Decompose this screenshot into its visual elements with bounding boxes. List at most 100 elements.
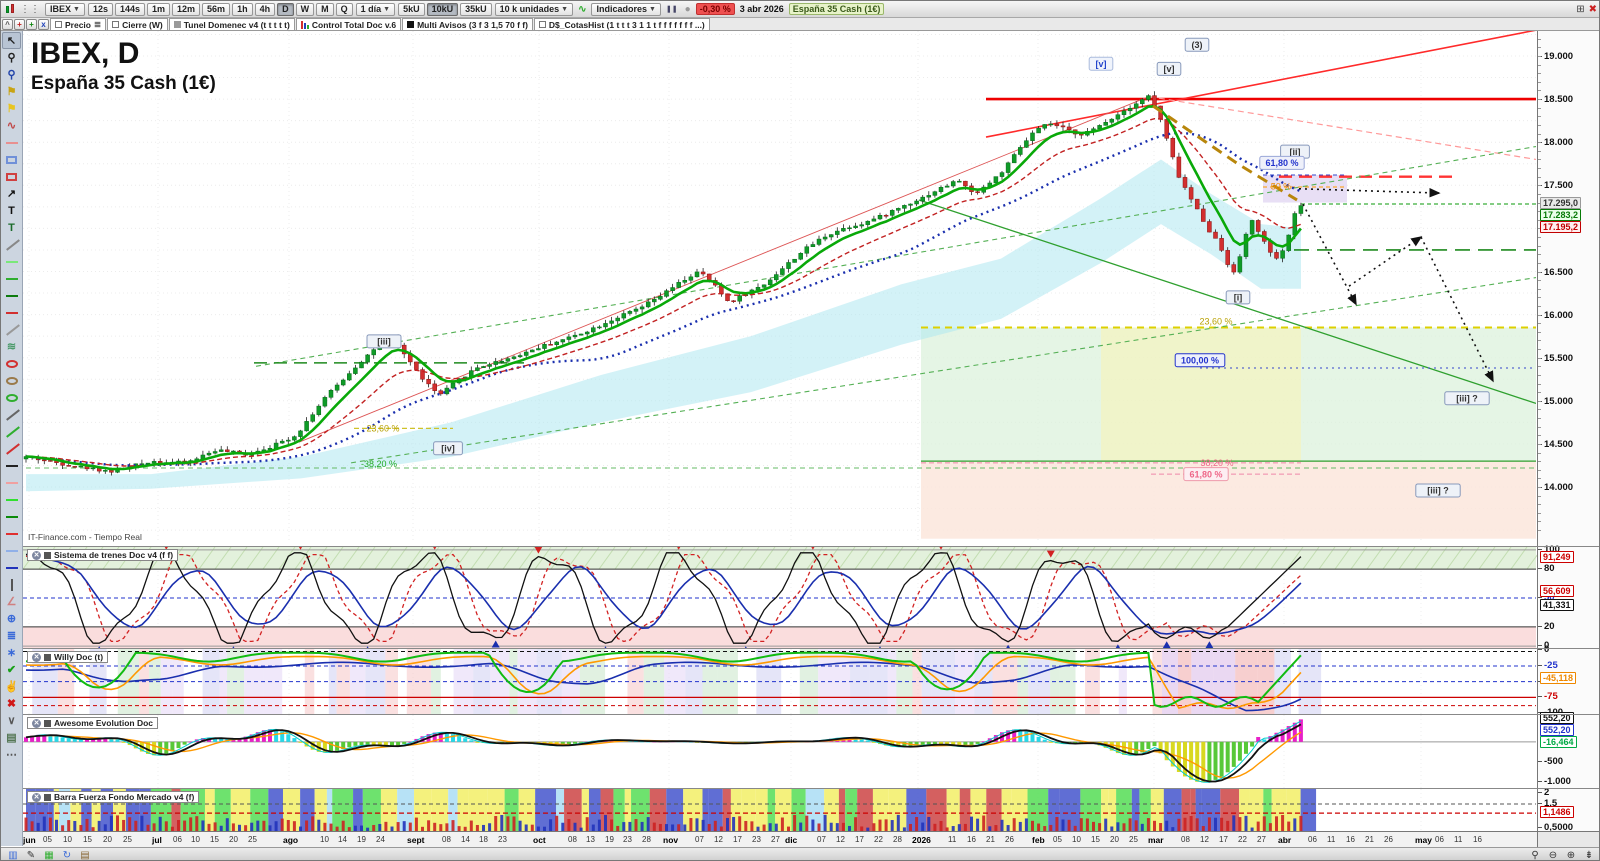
- level-red-icon[interactable]: [2, 525, 21, 542]
- timeframe-button-144s[interactable]: 144s: [114, 2, 146, 16]
- collapse-button[interactable]: ^: [2, 19, 13, 30]
- edit-icon[interactable]: ✎: [23, 849, 39, 861]
- indicator-panel-3[interactable]: [1, 789, 1537, 832]
- price-axis[interactable]: 19.00018.50018.00017.50017.00016.50016.0…: [1537, 31, 1599, 847]
- timeframe-button-56m[interactable]: 56m: [202, 2, 231, 16]
- more-tools-icon[interactable]: ∨: [2, 712, 21, 729]
- trendline-green-icon[interactable]: [2, 423, 21, 440]
- level-lightblue-icon[interactable]: [2, 542, 21, 559]
- zoom-area-icon[interactable]: ⚲: [2, 66, 21, 83]
- vline-tool-icon[interactable]: [2, 576, 21, 593]
- palette-icon[interactable]: ▥: [5, 849, 21, 861]
- add-green-button[interactable]: +: [26, 19, 37, 30]
- ellipse-brown-icon[interactable]: [2, 372, 21, 389]
- segment-tool-icon[interactable]: [2, 134, 21, 151]
- record-icon[interactable]: ●: [683, 4, 693, 15]
- volume-button-5ku[interactable]: 5kU: [398, 2, 425, 16]
- timeframe-button-m[interactable]: M: [316, 2, 334, 16]
- hline-red-icon[interactable]: [2, 304, 21, 321]
- panel-header-3[interactable]: ✕ Barra Fuerza Fondo Mercado v4 (f): [27, 791, 200, 803]
- layout-grid-icon[interactable]: ⊞: [1576, 4, 1584, 15]
- close-icon[interactable]: ✕: [32, 550, 41, 560]
- list-icon[interactable]: ≣: [94, 19, 101, 30]
- indicator-panel-1[interactable]: [1, 649, 1537, 715]
- indicator-tab-0[interactable]: Precio ≣: [50, 18, 107, 30]
- circle-plus-icon[interactable]: ⊕: [2, 610, 21, 627]
- polyline-tool-icon[interactable]: ∿: [2, 117, 21, 134]
- volume-button-10ku[interactable]: 10kU: [426, 2, 459, 16]
- confirm-icon[interactable]: ✔: [2, 661, 21, 678]
- indicators-dropdown[interactable]: Indicadores ▼: [591, 2, 661, 16]
- indicator-tab-2[interactable]: Tunel Domenec v4 (t t t t t): [168, 18, 295, 30]
- period-dropdown[interactable]: 1 día ▼: [355, 2, 396, 16]
- alert-icon[interactable]: ⚑: [2, 100, 21, 117]
- indicator-tab-3[interactable]: Control Total Doc v.6: [295, 18, 402, 30]
- pan3-separator[interactable]: [1, 788, 1599, 789]
- timeframe-button-1m[interactable]: 1m: [147, 2, 171, 16]
- hline-darkgreen-icon[interactable]: [2, 287, 21, 304]
- zoom-icon[interactable]: ⚲: [2, 49, 21, 66]
- chart-type-icon[interactable]: [5, 4, 15, 14]
- level-brightgreen-icon[interactable]: [2, 491, 21, 508]
- pipe-tool-icon[interactable]: [2, 236, 21, 253]
- zoom-out-icon[interactable]: ⊖: [1545, 849, 1561, 861]
- clipboard-icon[interactable]: ▤: [2, 729, 21, 746]
- ellipse-green-icon[interactable]: [2, 389, 21, 406]
- timeframe-button-12s[interactable]: 12s: [87, 2, 113, 16]
- angle-tool-icon[interactable]: ∠: [2, 593, 21, 610]
- timeframe-button-w[interactable]: W: [295, 2, 315, 16]
- date-axis[interactable]: jun 05 10 15 20 25 jul 06 10 15 20 25 ago 10 14 19 24 sep…: [23, 831, 1537, 847]
- trendline-gray-icon[interactable]: [2, 406, 21, 423]
- indicator-tab-5[interactable]: D$_CotasHist (1 t t t 3 1 1 t f f f f f …: [533, 18, 710, 30]
- thumbs-up-icon[interactable]: ✌: [2, 678, 21, 695]
- callout-tool-icon[interactable]: T: [2, 219, 21, 236]
- volume-button-35ku[interactable]: 35kU: [460, 2, 492, 16]
- dots-icon[interactable]: ⋯: [2, 746, 21, 763]
- indicator-panel-2[interactable]: [1, 715, 1537, 789]
- timeframe-button-d[interactable]: D: [277, 2, 294, 16]
- refresh-icon[interactable]: ↻: [59, 849, 75, 861]
- units-dropdown[interactable]: 10 k unidades ▼: [494, 2, 574, 16]
- pause-icon[interactable]: ❚❚: [664, 5, 680, 13]
- pattern-icon[interactable]: ≋: [2, 338, 21, 355]
- timeframe-button-q[interactable]: Q: [335, 2, 353, 16]
- alert-add-icon[interactable]: ⚑: [2, 83, 21, 100]
- fibonacci-tool-icon[interactable]: ≣: [2, 627, 21, 644]
- pan2-separator[interactable]: [1, 714, 1599, 715]
- rect-blue-tool-icon[interactable]: [2, 151, 21, 168]
- close-icon[interactable]: ✕: [32, 792, 41, 802]
- grid-view-icon[interactable]: ▦: [41, 849, 57, 861]
- close-icon[interactable]: ✕: [32, 718, 41, 728]
- zoom-in-icon[interactable]: ⊕: [1563, 849, 1579, 861]
- close-icon[interactable]: ✕: [32, 652, 41, 662]
- panel-header-0[interactable]: ✕ Sistema de trenes Doc v4 (f f): [27, 549, 179, 561]
- symbol-selector[interactable]: IBEX ▼: [45, 2, 85, 16]
- level-deepgreen-icon[interactable]: [2, 508, 21, 525]
- delete-icon[interactable]: ✖: [2, 695, 21, 712]
- arrow-tool-icon[interactable]: ↗: [2, 185, 21, 202]
- indicator-tab-4[interactable]: Multi Avisos (3 f 3 1,5 70 f f): [402, 18, 533, 30]
- text-tool-icon[interactable]: T: [2, 202, 21, 219]
- menu-grid-icon[interactable]: ⋮⋮: [18, 4, 42, 15]
- hline-lightgreen-icon[interactable]: [2, 253, 21, 270]
- zoom-fit-icon[interactable]: ⚲: [1527, 849, 1543, 861]
- level-pink-icon[interactable]: [2, 474, 21, 491]
- trendline-red-icon[interactable]: [2, 440, 21, 457]
- indicator-tab-1[interactable]: Cierre (W): [107, 18, 168, 30]
- timeframe-button-4h[interactable]: 4h: [254, 2, 276, 16]
- hline-green-icon[interactable]: [2, 270, 21, 287]
- rect-red-tool-icon[interactable]: [2, 168, 21, 185]
- main-price-chart[interactable]: [iii] [iv] [v] [v] (3) [i] [ii] [iii] ? [iii] ? 6…: [1, 31, 1537, 542]
- panel-header-1[interactable]: ✕ Willy Doc (t): [27, 651, 109, 663]
- timeframe-button-1h[interactable]: 1h: [232, 2, 253, 16]
- pan0-separator[interactable]: [1, 546, 1599, 547]
- layers-icon[interactable]: ▤: [77, 849, 93, 861]
- ruler-icon[interactable]: [2, 321, 21, 338]
- scroll-end-icon[interactable]: ⇟: [1581, 849, 1597, 861]
- timeframe-button-12m[interactable]: 12m: [172, 2, 201, 16]
- panel-header-2[interactable]: ✕ Awesome Evolution Doc: [27, 717, 159, 729]
- window-close-icon[interactable]: ✖: [1589, 4, 1597, 15]
- remove-button[interactable]: x: [38, 19, 49, 30]
- add-red-button[interactable]: +: [14, 19, 25, 30]
- pan1-separator[interactable]: [1, 648, 1599, 649]
